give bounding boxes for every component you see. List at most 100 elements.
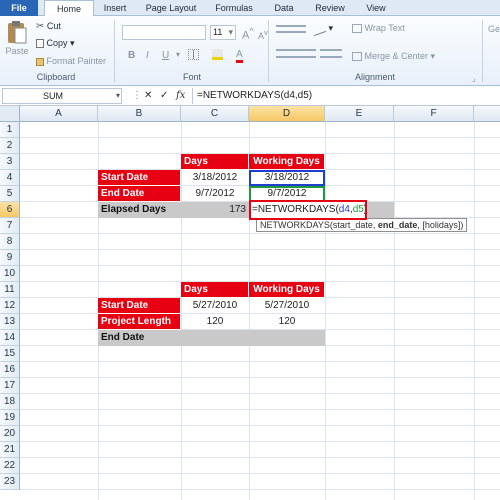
tab-home[interactable]: Home [44,0,94,17]
column-header-a[interactable]: A [20,106,98,122]
row-header-19[interactable]: 19 [0,410,20,426]
worksheet-grid[interactable]: A B C D E F 1 2 3 4 5 6 7 8 9 10 11 12 13 14 15 16 17 18 1… [0,106,500,500]
header-working-days-2[interactable]: Working Days [249,282,325,298]
italic-button[interactable]: I [146,50,149,61]
column-header-b[interactable]: B [98,106,181,122]
cut-button[interactable]: ✂ Cut [36,21,61,32]
row-header-6[interactable]: 6 [0,202,20,218]
font-name-select[interactable] [122,25,206,40]
font-size-select[interactable]: 11 ▾ [210,25,236,40]
grow-font-button[interactable]: A^ [242,26,254,42]
row-header-2[interactable]: 2 [0,138,20,154]
cell-end-working-2[interactable] [249,330,325,346]
indent-button[interactable] [320,48,342,59]
label-end-date[interactable]: End Date [98,186,181,202]
row-header-21[interactable]: 21 [0,442,20,458]
label-project-length[interactable]: Project Length [98,314,181,330]
merge-center-button[interactable]: Merge & Center ▾ [352,51,435,62]
tab-formulas[interactable]: Formulas [208,0,260,16]
row-header-13[interactable]: 13 [0,314,20,330]
enter-button[interactable]: ✓ [160,88,168,104]
gridline [394,122,395,500]
tab-file[interactable]: File [0,0,38,16]
column-header-f[interactable]: F [394,106,474,122]
row-header-11[interactable]: 11 [0,282,20,298]
tab-insert[interactable]: Insert [96,0,134,16]
column-header-g[interactable] [474,106,500,122]
row-header-16[interactable]: 16 [0,362,20,378]
alignment-dialog-launcher[interactable]: ⌟ [472,74,476,83]
header-working-days[interactable]: Working Days [249,154,325,170]
insert-function-button[interactable]: fx [176,88,185,104]
column-header-d[interactable]: D [249,106,325,122]
font-color-button[interactable]: A [236,49,243,63]
row-header-3[interactable]: 3 [0,154,20,170]
underline-dropdown[interactable]: ▾ [176,50,180,59]
cut-label: Cut [46,21,61,31]
underline-button[interactable]: U [162,50,169,61]
cell-edit-formula[interactable]: =NETWORKDAYS(d4,d5) [249,200,367,220]
cell-end-days-2[interactable] [181,330,249,346]
align-top-button[interactable] [276,23,306,33]
tab-page-layout[interactable]: Page Layout [138,0,204,16]
gridline [20,393,500,394]
bold-button[interactable]: B [128,50,135,61]
cell-end-days[interactable]: 9/7/2012 [181,186,249,202]
cell-start-working[interactable]: 3/18/2012 [249,170,325,186]
header-days-2[interactable]: Days [181,282,249,298]
cell-length-days[interactable]: 120 [181,314,249,330]
cancel-button[interactable]: ✕ [144,88,152,104]
format-painter-button[interactable]: Format Painter [36,56,106,66]
paste-button[interactable]: Paste [4,20,30,64]
select-all-button[interactable] [0,106,20,122]
row-header-18[interactable]: 18 [0,394,20,410]
row-header-10[interactable]: 10 [0,266,20,282]
format-painter-label: Format Painter [46,56,107,66]
name-box-dropdown[interactable]: ▾ [116,88,120,104]
row-header-15[interactable]: 15 [0,346,20,362]
copy-button[interactable]: Copy ▾ [36,38,75,49]
name-box[interactable]: SUM [2,88,122,104]
row-header-8[interactable]: 8 [0,234,20,250]
column-header-e[interactable]: E [325,106,394,122]
row-header-5[interactable]: 5 [0,186,20,202]
header-days[interactable]: Days [181,154,249,170]
label-elapsed-days[interactable]: Elapsed Days [98,202,181,218]
row-header-20[interactable]: 20 [0,426,20,442]
cell-start-working-2[interactable]: 5/27/2010 [249,298,325,314]
row-header-9[interactable]: 9 [0,250,20,266]
tab-view[interactable]: View [358,0,394,16]
row-header-22[interactable]: 22 [0,458,20,474]
cell-elapsed-value[interactable]: 173 [181,202,249,218]
gridline [20,265,500,266]
cell-start-days[interactable]: 3/18/2012 [181,170,249,186]
number-format-select[interactable]: Ge [488,24,500,34]
fill-color-button[interactable] [212,49,223,61]
row-header-17[interactable]: 17 [0,378,20,394]
cell-start-days-2[interactable]: 5/27/2010 [181,298,249,314]
borders-icon [188,49,199,61]
label-end-date-2[interactable]: End Date [98,330,181,346]
indent-icon [320,49,342,59]
label-start-date[interactable]: Start Date [98,170,181,186]
row-header-23[interactable]: 23 [0,474,20,490]
formula-input[interactable]: =NETWORKDAYS(d4,d5) [192,88,498,104]
row-header-4[interactable]: 4 [0,170,20,186]
row-header-14[interactable]: 14 [0,330,20,346]
wrap-text-button[interactable]: Wrap Text [352,23,405,34]
column-header-c[interactable]: C [181,106,249,122]
orientation-button[interactable]: ▾ [314,21,333,36]
label-start-date-2[interactable]: Start Date [98,298,181,314]
align-left-button[interactable] [276,48,316,59]
gridline [20,377,500,378]
row-header-1[interactable]: 1 [0,122,20,138]
row-header-12[interactable]: 12 [0,298,20,314]
borders-button[interactable] [188,49,199,61]
row-header-7[interactable]: 7 [0,218,20,234]
shrink-font-button[interactable]: Av [258,28,268,41]
tab-review[interactable]: Review [308,0,352,16]
wrap-text-icon [352,24,362,34]
cell-length-working[interactable]: 120 [249,314,325,330]
formula-bar-handle: ⋮ [132,90,142,101]
tab-data[interactable]: Data [266,0,302,16]
